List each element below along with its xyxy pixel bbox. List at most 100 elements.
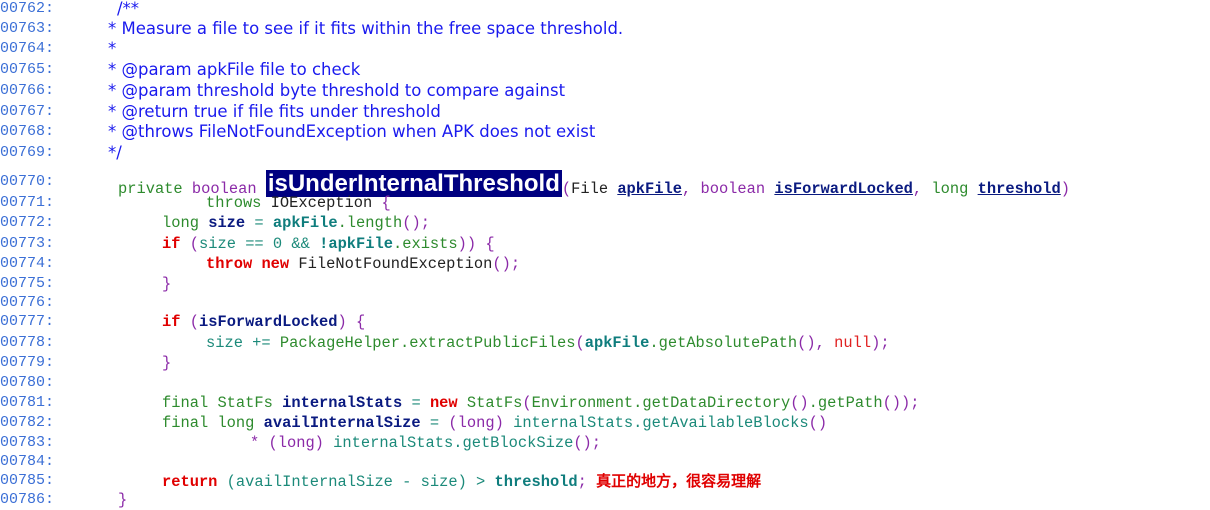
- close-paren: ): [1060, 180, 1070, 198]
- line-number: 00783:: [0, 434, 55, 451]
- ref-apkfile[interactable]: apkFile: [585, 334, 650, 352]
- line-number: 00769:: [0, 144, 55, 161]
- doc-comment-throws: * @throws FileNotFoundException when APK…: [108, 122, 596, 141]
- line-number: 00765:: [0, 61, 55, 78]
- keyword-final: final: [162, 394, 209, 412]
- brace-open: {: [381, 194, 391, 212]
- call-getdatadirectory: Environment.getDataDirectory: [531, 394, 791, 412]
- line-number: 00786:: [0, 491, 55, 508]
- ref-threshold[interactable]: threshold: [495, 473, 578, 491]
- code-line-778: size += PackageHelper.extractPublicFiles…: [206, 334, 890, 352]
- parens: ();: [573, 434, 602, 452]
- line-number: 00782:: [0, 414, 55, 431]
- doc-comment-param-apkfile: * @param apkFile file to check: [108, 60, 361, 79]
- operator-eq: =: [411, 394, 421, 412]
- keyword-if: if: [162, 235, 181, 253]
- code-line-777: if (isForwardLocked) {: [162, 313, 366, 331]
- keyword-throws: throws: [206, 194, 262, 212]
- line-number: 00768:: [0, 123, 55, 140]
- doc-comment-open: /**: [117, 0, 140, 18]
- return-expression: (availInternalSize - size) >: [226, 473, 486, 491]
- comma: ,: [681, 180, 692, 198]
- line-number: 00785:: [0, 472, 55, 489]
- line-number: 00779:: [0, 354, 55, 371]
- line-number: 00781:: [0, 394, 55, 411]
- line-number: 00764:: [0, 40, 55, 57]
- code-line-779: }: [162, 353, 171, 373]
- method-exists: .exists: [392, 235, 458, 253]
- code-line-773: if (size == 0 && !apkFile.exists)) {: [162, 235, 495, 253]
- line-number: 00766:: [0, 82, 55, 99]
- line-number: 00776:: [0, 294, 55, 311]
- line-number: 00762:: [0, 0, 55, 17]
- method-length: .length: [337, 214, 403, 232]
- var-size[interactable]: size: [208, 214, 245, 232]
- param-apkfile[interactable]: apkFile: [617, 180, 682, 198]
- var-internalstats[interactable]: internalStats: [282, 394, 402, 412]
- brace-close: }: [162, 354, 172, 372]
- type-ioexception: IOException: [270, 194, 373, 212]
- operator-times: *: [250, 434, 260, 452]
- literal-null: null: [834, 334, 872, 352]
- method-getabsolutepath: .getAbsolutePath: [649, 334, 798, 352]
- doc-comment-param-threshold: * @param threshold byte threshold to com…: [108, 81, 566, 100]
- line-number: 00777:: [0, 313, 55, 330]
- ref-apkfile[interactable]: !apkFile: [319, 235, 393, 253]
- keyword-return: return: [162, 473, 218, 491]
- line-number: 00780:: [0, 374, 55, 391]
- paren-brace: )) {: [457, 235, 495, 253]
- call-getavailableblocks: internalStats.getAvailableBlocks: [513, 414, 809, 432]
- brace-close: }: [162, 275, 172, 293]
- keyword-long: long: [217, 414, 255, 432]
- param-threshold[interactable]: threshold: [978, 180, 1061, 198]
- condition-eq-zero: == 0 &&: [245, 235, 310, 253]
- code-line-782: final long availInternalSize = (long) in…: [162, 414, 828, 432]
- line-number: 00771:: [0, 194, 55, 211]
- code-line-786: }: [118, 490, 127, 510]
- keyword-new: new: [429, 394, 458, 412]
- annotation-note: 真正的地方，很容易理解: [596, 472, 762, 490]
- line-number: 00770:: [0, 173, 55, 190]
- operator-eq: =: [254, 214, 264, 232]
- code-line-781: final StatFs internalStats = new StatFs(…: [162, 394, 920, 412]
- code-line-785: return (availInternalSize - size) > thre…: [162, 471, 761, 492]
- doc-comment-close: */: [108, 143, 122, 162]
- code-line-772: long size = apkFile.length();: [162, 213, 430, 233]
- code-line-774: throw new FileNotFoundException();: [206, 254, 520, 274]
- line-number: 00763:: [0, 20, 55, 37]
- comma: ,: [912, 180, 923, 198]
- brace-close: }: [118, 491, 128, 509]
- ref-size: size: [198, 235, 236, 253]
- ref-apkfile[interactable]: apkFile: [273, 214, 338, 232]
- open-paren: (: [561, 180, 572, 198]
- keyword-final: final: [162, 414, 209, 432]
- doc-comment-blank: *: [108, 39, 117, 58]
- semicolon: ;: [577, 473, 587, 491]
- keyword-new: new: [261, 255, 290, 273]
- keyword-boolean: boolean: [700, 180, 766, 198]
- code-line-783: * (long) internalStats.getBlockSize();: [250, 433, 601, 453]
- type-file: File: [571, 180, 609, 198]
- line-number: 00767:: [0, 103, 55, 120]
- param-isforwardlocked[interactable]: isForwardLocked: [774, 180, 913, 198]
- call-extract-public-files: PackageHelper.extractPublicFiles: [279, 334, 576, 352]
- keyword-long: long: [162, 214, 199, 232]
- line-number: 00784:: [0, 453, 55, 470]
- parens: ();: [402, 214, 430, 232]
- code-viewer: 00762: 00763: 00764: 00765: 00766: 00767: 0076…: [0, 0, 1210, 510]
- doc-comment-summary: * Measure a file to see if it fits withi…: [108, 19, 624, 38]
- var-availinternalsize[interactable]: availInternalSize: [264, 414, 421, 432]
- method-getpath: .getPath: [808, 394, 883, 412]
- line-number: 00778:: [0, 334, 55, 351]
- throws-clause: throws IOException {: [206, 193, 391, 213]
- line-number: 00772:: [0, 214, 55, 231]
- cast-long: (long): [448, 414, 504, 432]
- parens: ();: [492, 255, 521, 273]
- type-filenotfoundexception: FileNotFoundException: [298, 255, 493, 273]
- ctor-statfs: StatFs: [466, 394, 523, 412]
- code-line-775: }: [162, 274, 171, 294]
- type-statfs: StatFs: [217, 394, 273, 412]
- line-number: 00775:: [0, 275, 55, 292]
- keyword-throw: throw: [206, 255, 253, 273]
- ref-isforwardlocked[interactable]: isForwardLocked: [199, 313, 338, 331]
